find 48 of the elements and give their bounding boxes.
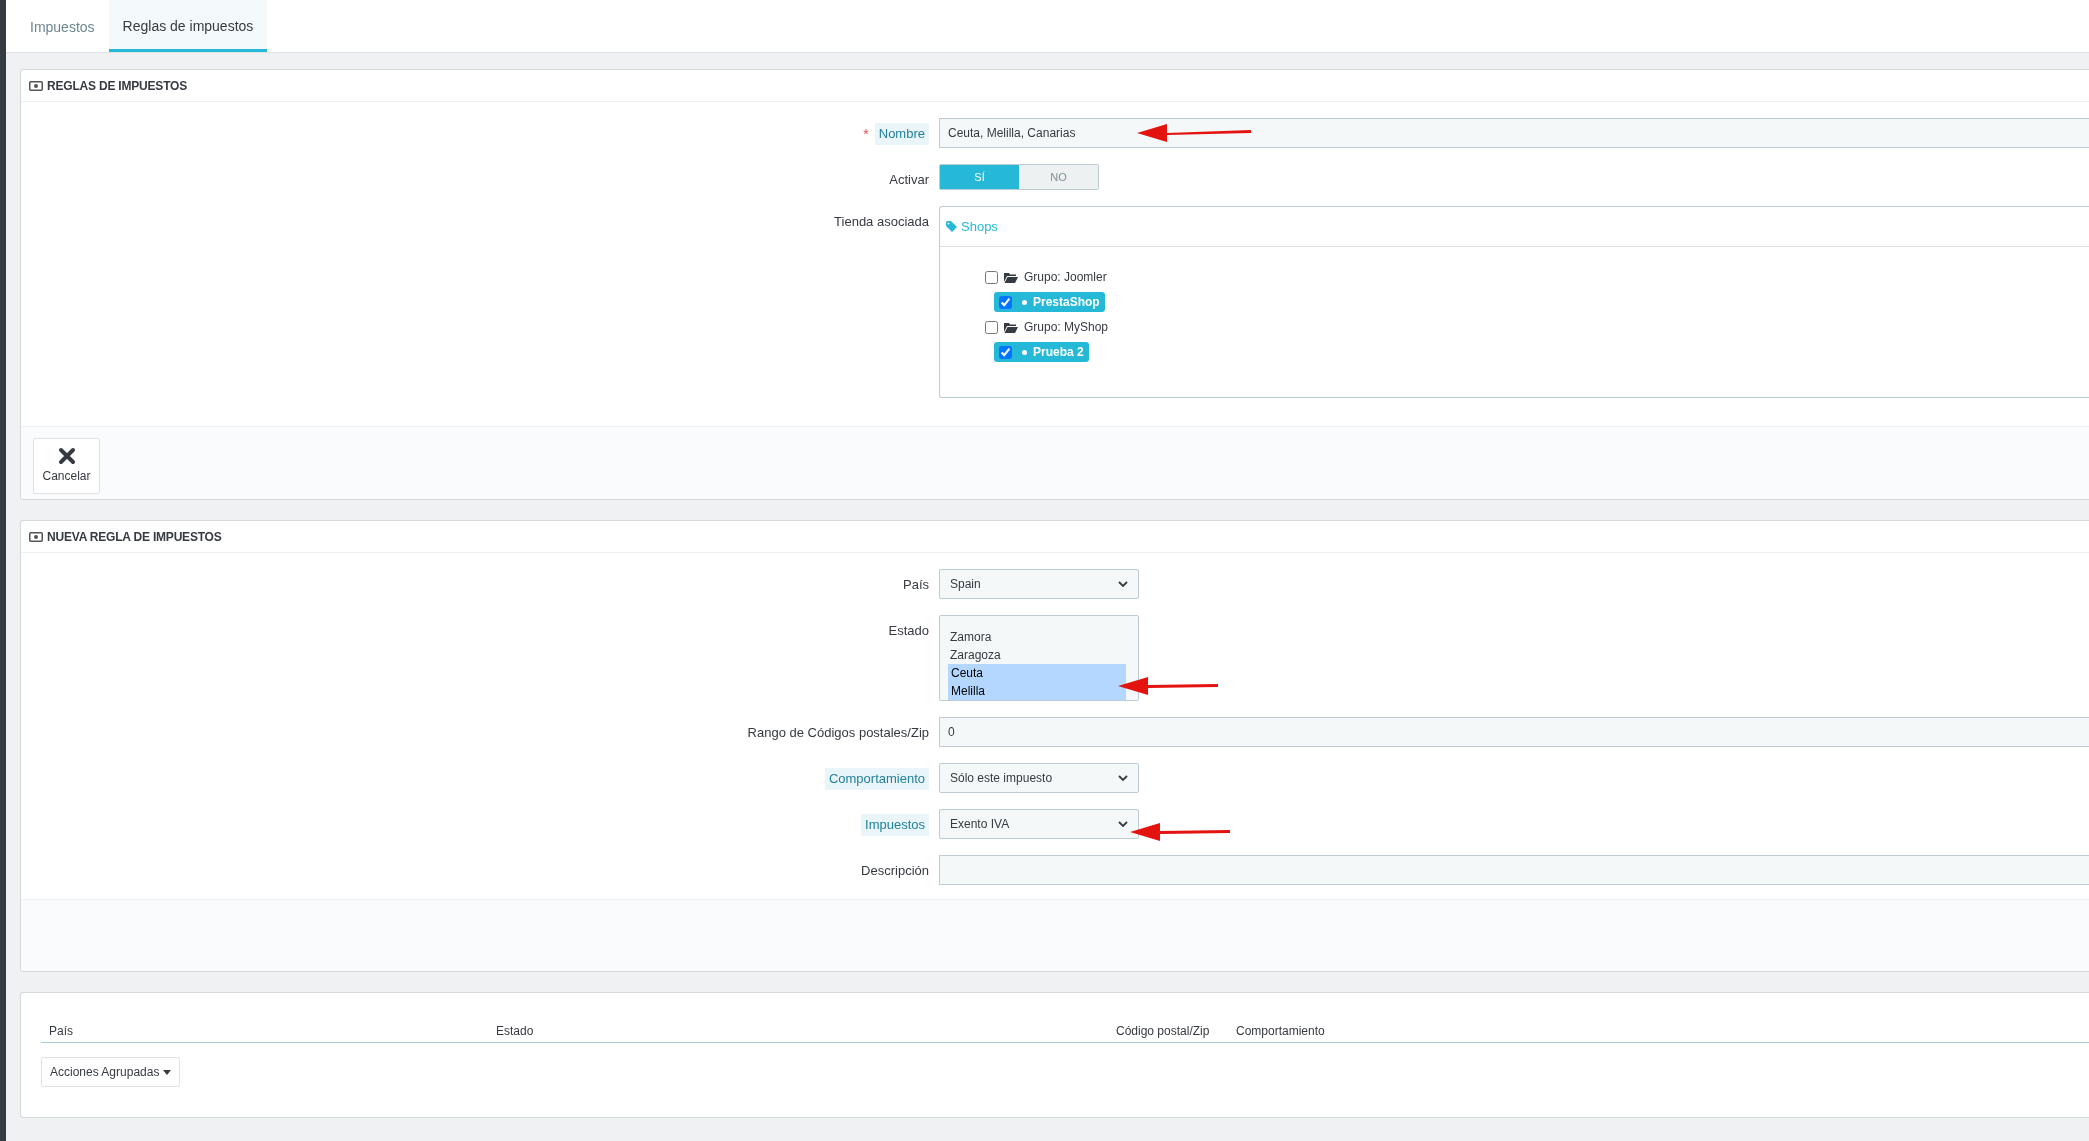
- text-field[interactable]: [939, 855, 2089, 885]
- column-header: Código postal/Zip: [1116, 1022, 1211, 1040]
- tab[interactable]: Impuestos: [16, 0, 109, 52]
- field-label: Tienda asociada: [834, 213, 929, 231]
- text-field[interactable]: Ceuta, Melilla, Canarias: [939, 118, 2089, 148]
- folder-icon: [1004, 271, 1018, 283]
- group-label: Grupo: MyShop: [1024, 319, 1109, 336]
- required-marker: *: [863, 125, 869, 144]
- close-icon: [57, 447, 76, 465]
- checkbox[interactable]: [985, 270, 998, 284]
- field-label: País: [903, 576, 929, 594]
- field-label: Descripción: [861, 862, 929, 880]
- chevron-icon: [1118, 774, 1128, 782]
- select-field[interactable]: Spain: [939, 569, 1139, 599]
- tag-icon: [946, 221, 957, 232]
- field-label[interactable]: Nombre: [874, 123, 929, 145]
- listbox-field[interactable]: Zamora Zaragoza Ceuta Melilla: [939, 615, 1139, 701]
- column-header: Estado: [495, 1022, 535, 1040]
- folder-icon: [1004, 321, 1018, 333]
- field-label: Estado: [888, 622, 929, 640]
- panel-title: REGLAS DE IMPUESTOS: [47, 77, 187, 95]
- money-icon: [29, 80, 43, 91]
- select-field[interactable]: Sólo este impuesto: [939, 763, 1139, 793]
- list-option[interactable]: Melilla: [948, 682, 1126, 700]
- money-icon: [29, 531, 43, 542]
- select-field[interactable]: Exento IVA: [939, 809, 1139, 839]
- cancel-button[interactable]: Cancelar: [33, 438, 100, 494]
- list-option[interactable]: Zamora: [948, 628, 1130, 646]
- field-label[interactable]: Impuestos: [861, 814, 929, 836]
- bulk-actions-button[interactable]: Acciones Agrupadas: [41, 1057, 181, 1087]
- shops-heading: Shops: [961, 217, 998, 236]
- list-option[interactable]: Zaragoza: [948, 646, 1130, 664]
- chevron-icon: [1118, 820, 1128, 828]
- column-header: País: [48, 1022, 74, 1040]
- field-label: Rango de Códigos postales/Zip: [747, 724, 929, 742]
- checkbox[interactable]: [999, 345, 1012, 359]
- caret-icon: [163, 1069, 172, 1075]
- chevron-icon: [1118, 580, 1128, 588]
- checkbox[interactable]: [999, 295, 1012, 309]
- panel-title: NUEVA REGLA DE IMPUESTOS: [47, 528, 222, 546]
- field-label: Activar: [889, 171, 929, 189]
- field-label[interactable]: Comportamiento: [824, 768, 929, 790]
- tab[interactable]: Reglas de impuestos: [108, 0, 268, 52]
- list-option[interactable]: Ceuta: [948, 664, 1126, 682]
- column-header: Comportamiento: [1236, 1022, 1326, 1040]
- text-field[interactable]: 0: [939, 717, 2089, 747]
- group-label: Grupo: Joomler: [1024, 269, 1107, 286]
- checkbox[interactable]: [985, 320, 998, 334]
